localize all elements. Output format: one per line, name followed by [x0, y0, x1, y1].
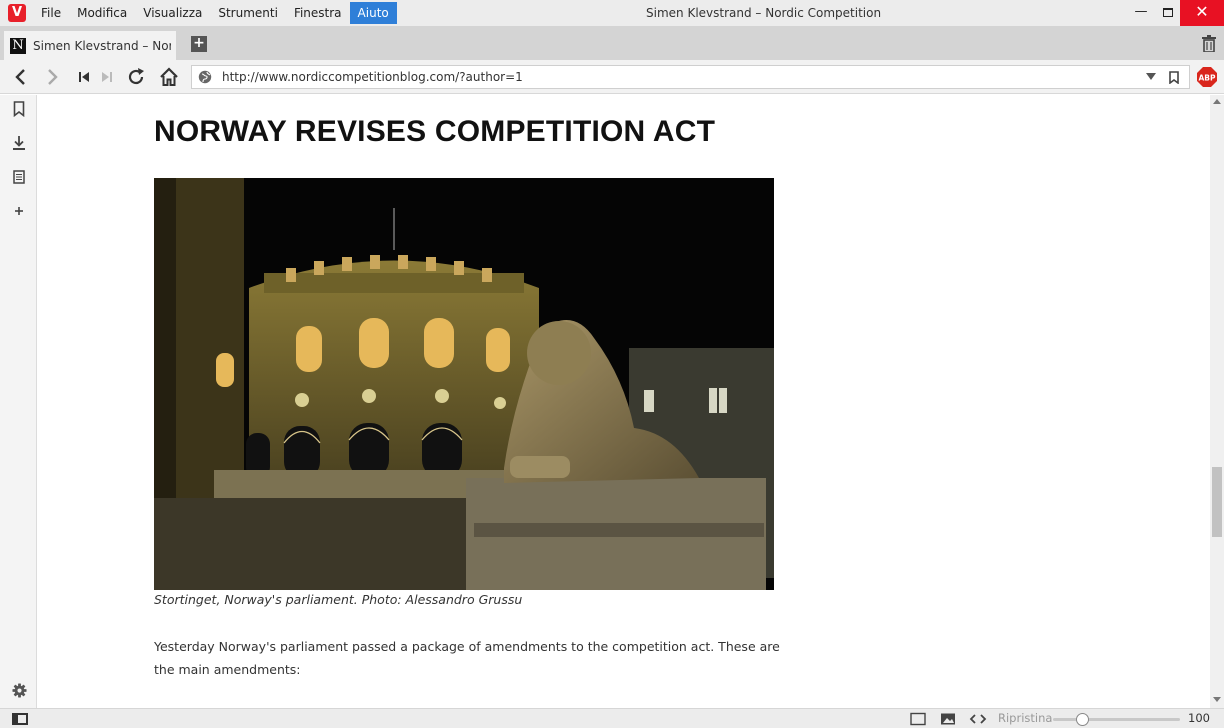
- download-icon: [13, 136, 25, 150]
- menu-finestra[interactable]: Finestra: [286, 0, 350, 26]
- downloads-panel-button[interactable]: [11, 135, 27, 151]
- bookmarks-panel-button[interactable]: [11, 101, 27, 117]
- panel-toggle-icon[interactable]: [12, 713, 28, 725]
- photo-caption: Stortinget, Norway's parliament. Photo: …: [154, 592, 523, 607]
- parliament-photo: [154, 178, 774, 590]
- window-title-text: Simen Klevstrand – Nordic Competition: [646, 6, 882, 20]
- url-text[interactable]: http://www.nordiccompetitionblog.com/?au…: [222, 66, 523, 88]
- back-button[interactable]: [9, 66, 31, 88]
- web-content: NORWAY REVISES COMPETITION ACT Stortinge…: [38, 95, 1210, 708]
- forward-icon: [48, 69, 58, 85]
- new-tab-button[interactable]: +: [191, 36, 207, 52]
- images-toggle-icon[interactable]: [940, 712, 956, 726]
- globe-icon: [198, 70, 212, 84]
- status-bar: Ripristina 100 %: [0, 708, 1224, 728]
- title-bar: V File Modifica Visualizza Strumenti Fin…: [0, 0, 1224, 26]
- address-field[interactable]: http://www.nordiccompetitionblog.com/?au…: [191, 65, 1190, 89]
- history-dropdown-icon[interactable]: [1146, 73, 1156, 80]
- back-icon: [15, 69, 25, 85]
- rewind-button[interactable]: [73, 66, 95, 88]
- scroll-down-icon[interactable]: [1213, 697, 1221, 702]
- scroll-thumb[interactable]: [1212, 467, 1222, 537]
- reload-button[interactable]: [125, 66, 147, 88]
- adblock-label: ABP: [1198, 74, 1216, 83]
- notes-icon: [13, 170, 25, 184]
- address-toolbar: http://www.nordiccompetitionblog.com/?au…: [0, 60, 1224, 94]
- minimize-icon: —: [1134, 4, 1148, 19]
- side-panel-bar: [0, 95, 37, 708]
- adblock-plus-icon[interactable]: ABP: [1196, 66, 1218, 88]
- trash-icon[interactable]: [1202, 35, 1216, 52]
- add-web-panel-button[interactable]: [11, 203, 27, 219]
- add-panel-icon: [15, 207, 23, 215]
- parliament-illustration: [154, 178, 774, 590]
- tab-bar: N Simen Klevstrand – Nordic C +: [0, 26, 1224, 60]
- zoom-reset-button[interactable]: Ripristina: [998, 709, 1052, 728]
- tab-active[interactable]: N Simen Klevstrand – Nordic C: [4, 31, 176, 60]
- close-icon: ✕: [1195, 2, 1209, 21]
- page-actions-icon[interactable]: [969, 712, 987, 726]
- menu-visualizza[interactable]: Visualizza: [135, 0, 210, 26]
- zoom-level: 100 %: [1188, 711, 1210, 725]
- scroll-up-icon[interactable]: [1213, 99, 1221, 104]
- fast-forward-button[interactable]: [96, 66, 118, 88]
- close-window-button[interactable]: ✕: [1180, 0, 1224, 26]
- tab-label: Simen Klevstrand – Nordic C: [33, 38, 171, 53]
- zoom-slider-handle[interactable]: [1075, 713, 1089, 726]
- home-icon: [160, 67, 178, 86]
- menu-file[interactable]: File: [33, 0, 69, 26]
- bookmark-icon: [13, 101, 25, 117]
- menu-strumenti[interactable]: Strumenti: [210, 0, 286, 26]
- menu-aiuto[interactable]: Aiuto: [349, 2, 397, 24]
- vivaldi-logo-icon[interactable]: V: [8, 4, 26, 22]
- home-button[interactable]: [158, 66, 180, 88]
- rewind-icon: [79, 72, 89, 82]
- settings-button[interactable]: [11, 682, 27, 698]
- bookmark-page-icon[interactable]: [1169, 71, 1179, 84]
- fast-forward-icon: [102, 72, 112, 82]
- vertical-scrollbar[interactable]: [1210, 95, 1224, 708]
- forward-button[interactable]: [42, 66, 64, 88]
- reload-icon: [128, 68, 144, 85]
- site-favicon-icon: N: [10, 37, 26, 54]
- maximize-icon: [1163, 8, 1173, 17]
- menu-bar: File Modifica Visualizza Strumenti Fines…: [33, 0, 397, 26]
- page-tiling-icon[interactable]: [910, 712, 926, 726]
- article-paragraph: Yesterday Norway's parliament passed a p…: [154, 639, 780, 677]
- settings-icon: [11, 682, 27, 698]
- menu-modifica[interactable]: Modifica: [69, 0, 135, 26]
- post-title[interactable]: NORWAY REVISES COMPETITION ACT: [154, 115, 715, 149]
- zoom-slider[interactable]: [1053, 713, 1180, 726]
- notes-panel-button[interactable]: [11, 169, 27, 185]
